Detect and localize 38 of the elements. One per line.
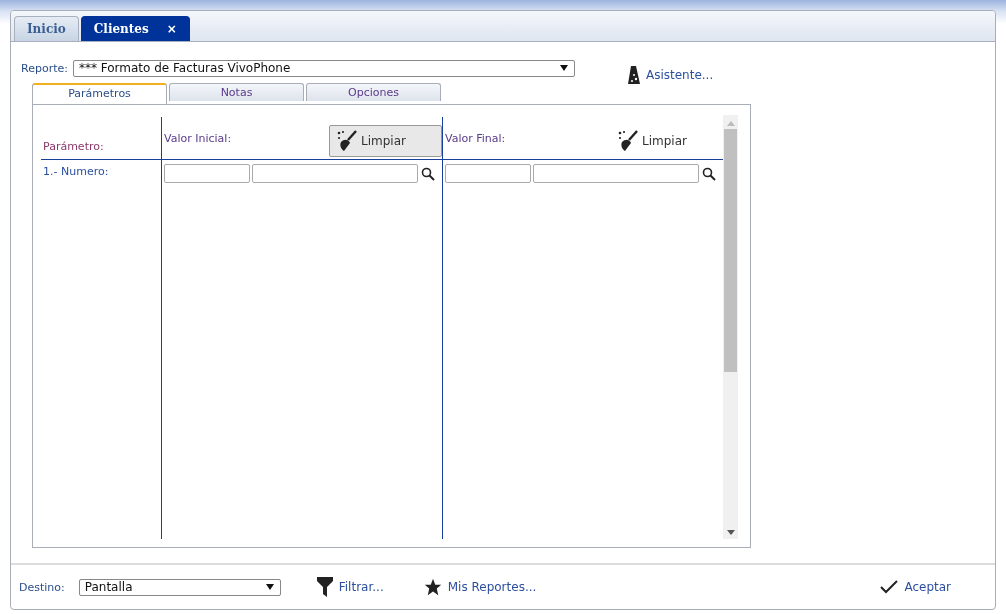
down-arrow-icon[interactable] bbox=[726, 530, 735, 535]
close-icon[interactable]: × bbox=[166, 22, 177, 36]
destination-dropdown[interactable]: Pantalla bbox=[78, 578, 281, 596]
input-field[interactable] bbox=[252, 164, 418, 183]
report-dropdown[interactable]: *** Formato de Facturas VivoPhone bbox=[72, 59, 575, 77]
scrollbar[interactable] bbox=[723, 115, 738, 539]
caret-icon bbox=[559, 65, 568, 71]
broom-icon bbox=[617, 130, 639, 152]
clear-button[interactable]: Limpiar bbox=[329, 125, 442, 157]
destination-label: Destino: bbox=[19, 580, 65, 594]
input-field[interactable] bbox=[164, 164, 250, 183]
tab[interactable]: Clientes × bbox=[80, 16, 190, 41]
tab[interactable]: Inicio bbox=[14, 16, 79, 41]
up-arrow-icon[interactable] bbox=[726, 121, 735, 126]
search-icon[interactable] bbox=[421, 166, 435, 181]
flask-icon bbox=[627, 66, 640, 84]
parameter-label: 1.- Numero: bbox=[43, 165, 109, 178]
input-field[interactable] bbox=[533, 164, 699, 183]
column-header: Valor Inicial: bbox=[164, 131, 232, 145]
tab[interactable]: Notas bbox=[169, 83, 304, 101]
caret-icon bbox=[265, 584, 274, 590]
column-header: Parámetro: bbox=[43, 139, 104, 153]
checkmark-icon bbox=[880, 580, 899, 594]
scrollbar-thumb[interactable] bbox=[724, 129, 737, 372]
search-icon[interactable] bbox=[702, 166, 716, 181]
clear-button[interactable]: Limpiar bbox=[610, 125, 723, 157]
column-header: Valor Final: bbox=[445, 131, 506, 145]
input-field[interactable] bbox=[445, 164, 531, 183]
my-reports-link[interactable]: Mis Reportes... bbox=[423, 578, 537, 596]
funnel-icon bbox=[316, 577, 333, 597]
report-label: Reporte: bbox=[21, 61, 68, 75]
filter-link[interactable]: Filtrar... bbox=[316, 577, 384, 597]
tab[interactable]: Parámetros bbox=[32, 83, 167, 104]
broom-icon bbox=[336, 130, 358, 152]
accept-button[interactable]: Aceptar bbox=[880, 580, 951, 594]
star-icon bbox=[423, 578, 442, 596]
tab[interactable]: Opciones bbox=[306, 83, 441, 101]
assistant-link[interactable]: Asistente... bbox=[627, 66, 714, 84]
